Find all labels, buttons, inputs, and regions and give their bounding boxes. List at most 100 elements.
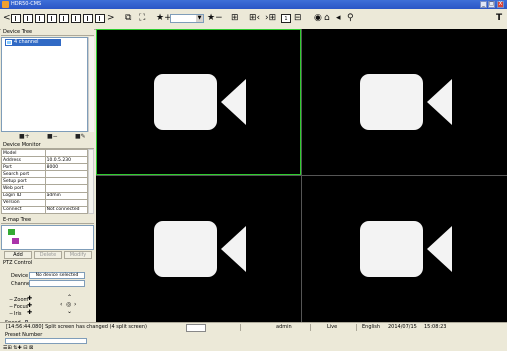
settings-icon[interactable]: T xyxy=(496,13,502,24)
next-page-button[interactable]: > xyxy=(107,13,115,24)
ptz-device-field[interactable]: No device selected xyxy=(29,272,85,279)
emap-tree[interactable] xyxy=(1,225,94,250)
grid-icon[interactable]: ⊞ xyxy=(231,13,239,24)
speaker-icon[interactable]: ◂ xyxy=(336,13,341,24)
status-user: admin xyxy=(276,324,292,330)
page-number[interactable]: 1 xyxy=(281,14,291,23)
camera-placeholder-icon xyxy=(149,221,249,277)
monitor-row: Search port xyxy=(1,170,89,179)
maximize-button[interactable]: □ xyxy=(488,1,495,8)
tree-scrollbar[interactable] xyxy=(88,37,94,132)
monitor-key: Setup port xyxy=(1,177,46,186)
video-cell[interactable] xyxy=(302,176,507,322)
window-title: HDR50-CMS xyxy=(11,1,42,7)
stream-select[interactable]: ▼ xyxy=(170,14,204,23)
preset-number-field[interactable] xyxy=(5,338,87,344)
app-icon xyxy=(2,1,9,8)
layout-9-icon[interactable] xyxy=(59,14,69,23)
video-cell[interactable] xyxy=(96,176,301,322)
dvr-icon xyxy=(6,40,12,45)
layout-1-icon[interactable] xyxy=(11,14,21,23)
monitor-value xyxy=(44,170,89,179)
layout-25-icon[interactable] xyxy=(83,14,93,23)
device-monitor-table: Model Address 10.0.5.230 Port 8000 Search por… xyxy=(1,148,89,214)
monitor-row: Setup port xyxy=(1,177,89,186)
status-message: [14:56:44.080] Split screen has changed … xyxy=(6,324,147,330)
ptz-left-icon[interactable]: ‹ xyxy=(60,302,62,308)
iris-minus-icon[interactable]: − xyxy=(9,311,13,317)
status-date: 2014/07/15 xyxy=(388,324,417,330)
monitor-key: Model xyxy=(1,148,46,158)
ptz-channel-field[interactable] xyxy=(29,280,85,287)
monitor-row: Port 8000 xyxy=(1,163,89,172)
layout-4-icon[interactable] xyxy=(23,14,33,23)
monitor-key: Connect xyxy=(1,205,46,214)
chevron-down-icon: ▼ xyxy=(196,15,203,22)
emap-modify-button[interactable]: Modify xyxy=(64,251,92,259)
monitor-value: Not connected xyxy=(44,205,89,214)
sequence-next-icon[interactable]: ›⊞ xyxy=(265,13,276,24)
edit-device-button[interactable]: ■✎ xyxy=(75,133,86,141)
device-monitor-header: Device Monitor xyxy=(1,142,94,149)
video-cell[interactable] xyxy=(96,29,301,175)
camera-placeholder-icon xyxy=(355,74,455,130)
monitor-value xyxy=(44,184,89,193)
monitor-row: Web port xyxy=(1,184,89,193)
lock-icon[interactable]: ⌂ xyxy=(324,13,330,24)
emap-delete-button[interactable]: Delete xyxy=(34,251,62,259)
tree-node-label: 4 channel xyxy=(14,39,39,45)
status-mode: Live xyxy=(327,324,338,330)
status-language: English xyxy=(362,324,381,330)
monitor-value: 8000 xyxy=(44,163,89,172)
focus-minus-icon[interactable]: − xyxy=(9,304,13,310)
monitor-row: Address 10.0.5.230 xyxy=(1,156,89,165)
ptz-device-label: Device xyxy=(11,273,29,279)
monitor-key: Search port xyxy=(1,170,46,179)
ptz-down-icon[interactable]: ⌄ xyxy=(67,309,72,315)
zoom-minus-icon[interactable]: − xyxy=(9,297,13,303)
minimize-button[interactable]: _ xyxy=(480,1,487,8)
monitor-key: Web port xyxy=(1,184,46,193)
monitor-row: Connect Not connected xyxy=(1,205,89,214)
monitor-value xyxy=(44,177,89,186)
layout-custom-icon[interactable]: ⊟ xyxy=(294,13,302,24)
record-icon[interactable]: ◉ xyxy=(314,13,322,24)
map-icon[interactable] xyxy=(8,229,15,235)
add-device-button[interactable]: ■+ xyxy=(19,133,30,141)
ptz-iris-label: Iris xyxy=(14,311,22,317)
map-node-icon[interactable] xyxy=(12,238,19,244)
video-cell[interactable] xyxy=(302,29,507,175)
monitor-row: Model xyxy=(1,148,89,158)
status-time: 15:08:23 xyxy=(424,324,447,330)
tree-node-device[interactable]: 4 channel xyxy=(5,39,61,46)
device-tree-header: Device Tree xyxy=(1,29,94,36)
layout-8-icon[interactable] xyxy=(47,14,57,23)
layout-16-icon[interactable] xyxy=(71,14,81,23)
monitor-value xyxy=(44,198,89,207)
emap-add-button[interactable]: Add xyxy=(4,251,32,259)
monitor-scrollbar[interactable] xyxy=(88,149,94,214)
favorite-remove-icon[interactable]: ★− xyxy=(207,13,223,24)
monitor-value: 10.0.5.230 xyxy=(44,156,89,165)
sequence-prev-icon[interactable]: ⊞‹ xyxy=(249,13,260,24)
monitor-row: Login ID admin xyxy=(1,191,89,200)
preset-toolbar[interactable]: ☰⊞ ⇅✚ ⊟ ⊠ xyxy=(3,345,33,351)
monitor-row: Version xyxy=(1,198,89,207)
device-tree[interactable]: 4 channel xyxy=(1,37,88,132)
camera-placeholder-icon xyxy=(355,221,455,277)
microphone-icon[interactable]: ⚲ xyxy=(347,13,354,24)
toolbar: < > ⧉ ⛶ ★+ ▼ ★− ⊞ ⊞‹ ›⊞ 1 ⊟ ◉ ⌂ ◂ ⚲ T xyxy=(0,9,507,30)
title-bar xyxy=(0,0,507,9)
close-button[interactable]: X xyxy=(497,1,504,8)
snapshot-icon[interactable]: ⧉ xyxy=(125,13,131,24)
prev-page-button[interactable]: < xyxy=(3,13,11,24)
layout-6-icon[interactable] xyxy=(35,14,45,23)
iris-plus-icon[interactable]: ✚ xyxy=(27,310,32,316)
ptz-right-icon[interactable]: › xyxy=(74,302,76,308)
device-tree-toolbar: ■+ ■− ■✎ xyxy=(1,133,94,141)
emap-header: E-map Tree xyxy=(1,217,94,224)
monitor-key: Login ID xyxy=(1,191,46,200)
remove-device-button[interactable]: ■− xyxy=(47,133,58,141)
layout-36-icon[interactable] xyxy=(95,14,105,23)
fullscreen-icon[interactable]: ⛶ xyxy=(139,13,145,24)
